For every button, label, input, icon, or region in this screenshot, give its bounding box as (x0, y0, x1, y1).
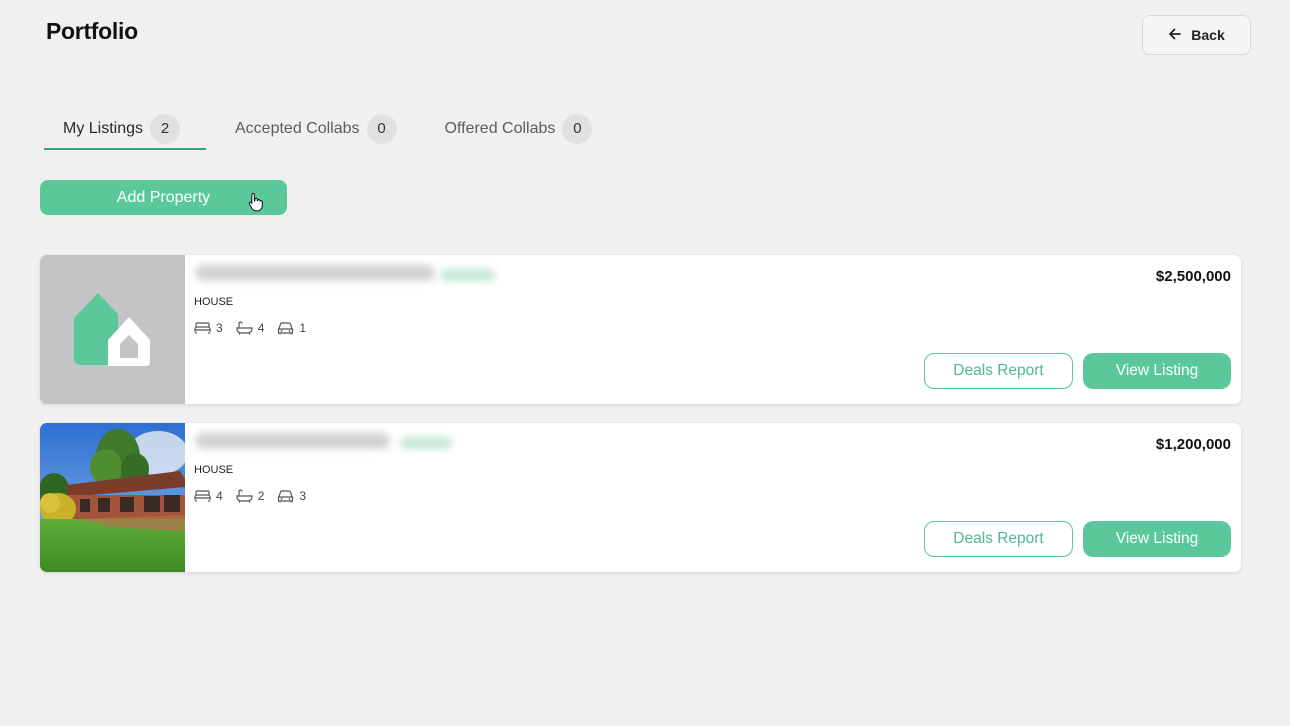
tab-accepted-collabs[interactable]: Accepted Collabs 0 (216, 108, 416, 149)
arrow-left-icon (1168, 27, 1182, 44)
listing-price: $2,500,000 (1155, 268, 1231, 285)
house-logo-icon (74, 293, 150, 366)
baths-feature: 2 (236, 489, 265, 503)
address-redacted (195, 433, 390, 449)
cars-feature: 3 (277, 489, 306, 503)
beds-count: 3 (216, 321, 223, 335)
deals-report-button[interactable]: Deals Report (924, 521, 1073, 557)
house-photo-image (40, 423, 185, 572)
portfolio-page: Portfolio Back My Listings 2 Accepted Co… (0, 0, 1290, 726)
suburb-redacted (400, 437, 452, 449)
listing-image (40, 423, 185, 572)
back-label: Back (1191, 27, 1225, 43)
listing-card: HOUSE 4 2 3 $1,200,000 Deals Report View… (40, 423, 1241, 572)
tab-offered-collabs[interactable]: Offered Collabs 0 (426, 108, 612, 149)
beds-feature: 4 (194, 489, 223, 503)
tab-label: Offered Collabs (444, 119, 556, 137)
address-redacted (195, 265, 435, 281)
suburb-redacted (440, 269, 495, 281)
property-type: HOUSE (194, 296, 234, 308)
bath-icon (236, 321, 253, 335)
back-button[interactable]: Back (1142, 15, 1251, 55)
tab-my-listings[interactable]: My Listings 2 (44, 108, 206, 150)
baths-count: 2 (257, 489, 265, 503)
tab-count-badge: 0 (366, 113, 397, 144)
view-listing-button[interactable]: View Listing (1083, 353, 1231, 389)
property-features: 3 4 1 (194, 321, 306, 335)
cars-count: 1 (299, 321, 307, 335)
listing-card: HOUSE 3 4 1 $2,500,000 Deals Report View… (40, 255, 1241, 404)
hand-cursor-icon (248, 192, 263, 212)
car-icon (278, 490, 294, 503)
tab-label: My Listings (63, 119, 144, 137)
tab-count-badge: 2 (150, 113, 181, 144)
listing-price: $1,200,000 (1155, 436, 1231, 453)
property-type: HOUSE (194, 464, 234, 476)
bed-icon (194, 490, 211, 502)
baths-feature: 4 (236, 321, 265, 335)
tab-count-badge: 0 (562, 113, 593, 144)
bath-icon (236, 489, 253, 503)
deals-report-button[interactable]: Deals Report (924, 353, 1073, 389)
listing-tabs: My Listings 2 Accepted Collabs 0 Offered… (44, 108, 611, 150)
listing-image-placeholder (40, 255, 185, 404)
car-icon (278, 322, 294, 335)
tab-label: Accepted Collabs (235, 119, 360, 137)
view-listing-button[interactable]: View Listing (1083, 521, 1231, 557)
cars-count: 3 (299, 489, 307, 503)
beds-feature: 3 (194, 321, 223, 335)
bed-icon (194, 322, 211, 334)
beds-count: 4 (216, 489, 223, 503)
baths-count: 4 (257, 321, 265, 335)
page-title: Portfolio (46, 18, 138, 44)
cars-feature: 1 (277, 321, 306, 335)
property-features: 4 2 3 (194, 489, 306, 503)
